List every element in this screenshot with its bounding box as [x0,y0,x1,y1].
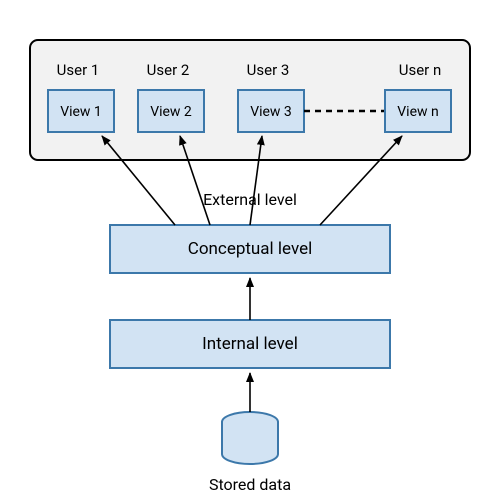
storage-label: Stored data [209,475,291,494]
user-label-3: User 3 [247,61,290,79]
internal-level-label: Internal level [202,334,298,354]
user-label-n: User n [399,61,442,79]
external-level-label: External level [203,190,297,209]
storage-cylinder [222,412,278,464]
view-label-1: View 1 [60,104,102,120]
conceptual-level-label: Conceptual level [188,239,312,259]
view-label-n: View n [397,104,438,120]
view-label-3: View 3 [250,104,292,120]
user-label-2: User 2 [147,61,190,79]
view-label-2: View 2 [150,104,192,120]
architecture-diagram: External level User 1 View 1 User 2 View… [0,0,500,500]
user-label-1: User 1 [57,61,100,79]
